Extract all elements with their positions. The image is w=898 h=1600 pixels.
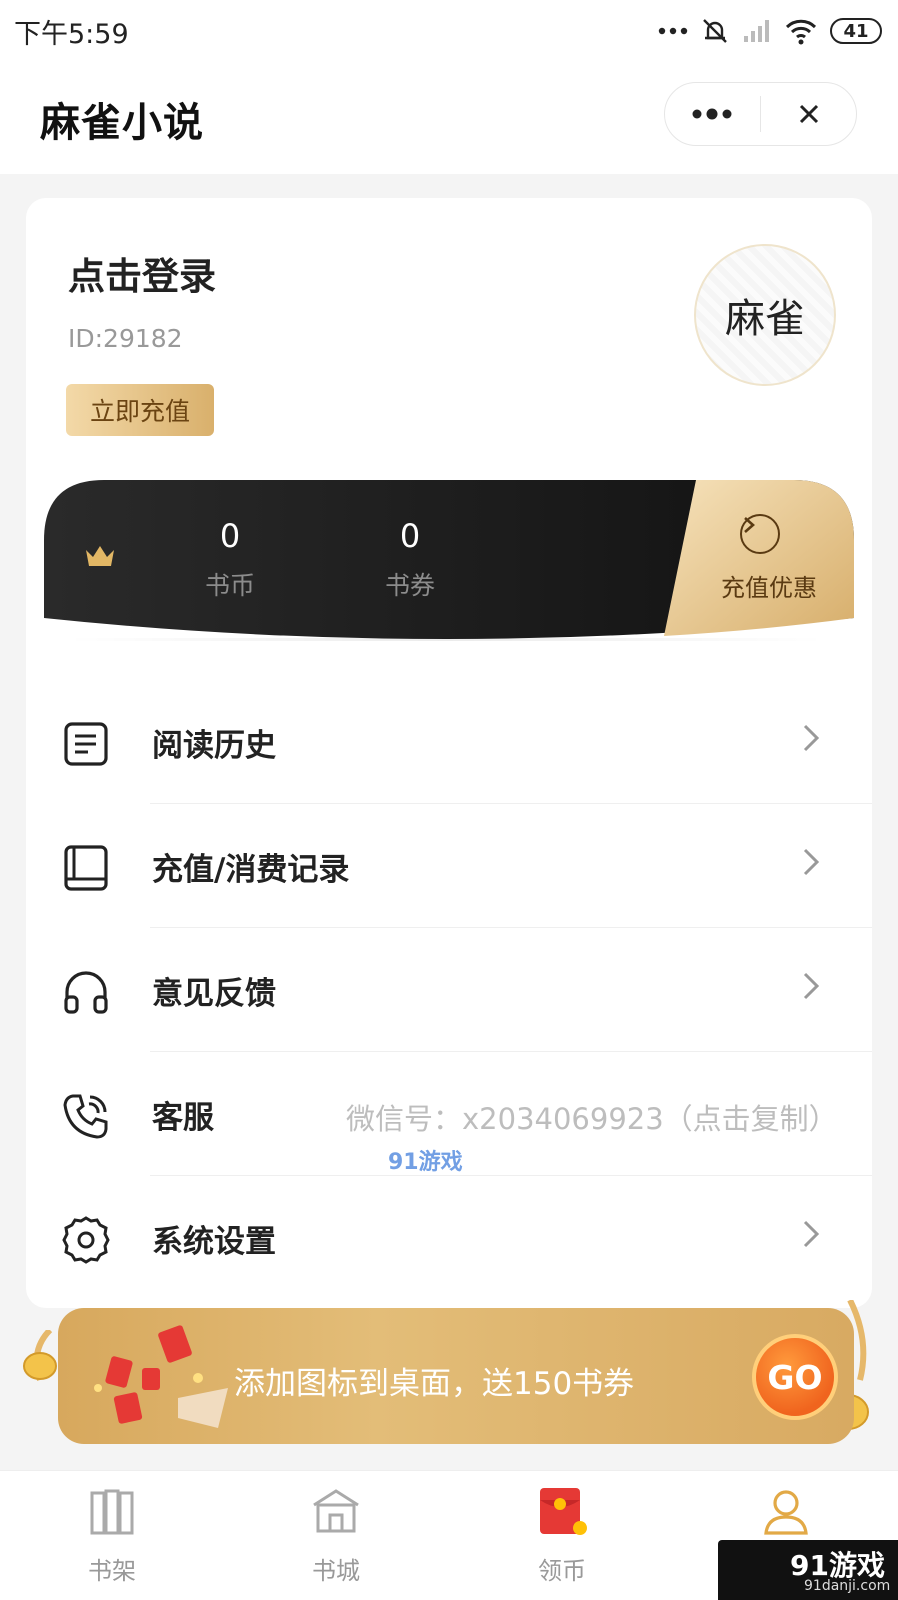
- profile-card: 点击登录 ID:29182 立即充值 麻雀 0 书币 0 书券 充值优惠 阅读历…: [26, 198, 872, 1308]
- headphones-icon: [60, 966, 112, 1018]
- menu-label: 阅读历史: [152, 728, 276, 764]
- coins-label: 书币: [204, 571, 255, 600]
- more-button[interactable]: [665, 83, 760, 145]
- banner-shadow: [66, 638, 826, 641]
- status-time: 下午5:59: [14, 18, 129, 50]
- battery-level: 41: [843, 20, 869, 42]
- go-button[interactable]: GO: [752, 1334, 838, 1420]
- crown-icon: [86, 546, 114, 566]
- chevron-right-icon: [803, 724, 820, 752]
- signal-icon: [744, 20, 769, 42]
- vouchers-label: 书券: [384, 571, 435, 600]
- vouchers-stat[interactable]: 0 书券: [350, 514, 470, 602]
- wallet-banner: 0 书币 0 书券 充值优惠: [44, 480, 854, 640]
- app-title: 麻雀小说: [40, 100, 204, 146]
- watermark-logo: 91游戏: [388, 1150, 463, 1175]
- add-to-desktop-inner: 添加图标到桌面，送150书券 GO: [58, 1308, 854, 1444]
- mini-program-capsule: [664, 82, 857, 146]
- chevron-right-icon: [803, 1220, 820, 1248]
- coins-value: 0: [219, 517, 241, 555]
- bookshelf-icon: [90, 1489, 134, 1535]
- menu-label: 客服: [152, 1100, 214, 1136]
- add-to-desktop-banner[interactable]: 添加图标到桌面，送150书券 GO: [20, 1300, 878, 1452]
- menu-label: 系统设置: [152, 1224, 276, 1260]
- tab-label: 书架: [88, 1557, 136, 1585]
- battery-icon: 41: [830, 18, 882, 44]
- mute-bell-icon: [703, 19, 727, 43]
- arrow-circle-icon: [740, 514, 780, 554]
- wifi-icon: [785, 19, 817, 45]
- tab-collect-coins[interactable]: 领币: [502, 1483, 622, 1593]
- chevron-right-icon: [803, 848, 820, 876]
- book-icon: [60, 842, 112, 894]
- more-dots-icon: [692, 108, 732, 120]
- login-link[interactable]: 点击登录: [68, 246, 216, 300]
- status-icons: 41: [658, 16, 882, 46]
- tab-label: 领币: [538, 1557, 586, 1585]
- recharge-promo-link[interactable]: 充值优惠: [694, 568, 844, 603]
- watermark-corner: 91游戏 91danji.com: [718, 1540, 898, 1600]
- document-icon: [60, 718, 112, 770]
- status-bar: 下午5:59 41: [0, 0, 898, 62]
- coins-stat[interactable]: 0 书币: [170, 514, 290, 602]
- tab-bookshelf[interactable]: 书架: [52, 1483, 172, 1593]
- phone-icon: [60, 1090, 112, 1142]
- menu-item-reading-history[interactable]: 阅读历史: [26, 680, 872, 804]
- user-icon: [764, 1490, 808, 1535]
- menu-item-settings[interactable]: 系统设置: [26, 1176, 872, 1300]
- red-envelope-icon: [540, 1488, 587, 1535]
- avatar-logo-text: 麻雀: [725, 296, 805, 342]
- recharge-now-button[interactable]: 立即充值: [66, 384, 214, 436]
- watermark-domain: 91danji.com: [804, 1578, 891, 1594]
- tab-label: 书城: [312, 1557, 360, 1585]
- gear-icon: [60, 1214, 112, 1266]
- nav-bar: 麻雀小说: [0, 62, 898, 174]
- tab-bookstore[interactable]: 书城: [276, 1483, 396, 1593]
- dots-icon: [658, 27, 688, 35]
- bookstore-icon: [313, 1489, 359, 1533]
- add-to-desktop-text: 添加图标到桌面，送150书券: [234, 1366, 635, 1402]
- wechat-id-copy[interactable]: 微信号：x2034069923（点击复制）: [346, 1096, 838, 1138]
- avatar[interactable]: 麻雀: [694, 244, 836, 386]
- red-envelope-icon: [94, 1325, 228, 1428]
- close-icon: [799, 104, 818, 124]
- menu-item-feedback[interactable]: 意见反馈: [26, 928, 872, 1052]
- menu-label: 充值/消费记录: [152, 852, 350, 888]
- chevron-right-icon: [803, 972, 820, 1000]
- user-id: ID:29182: [68, 324, 183, 353]
- menu-item-recharge-records[interactable]: 充值/消费记录: [26, 804, 872, 928]
- vouchers-value: 0: [399, 517, 421, 555]
- close-button[interactable]: [761, 83, 856, 145]
- menu-label: 意见反馈: [152, 976, 276, 1012]
